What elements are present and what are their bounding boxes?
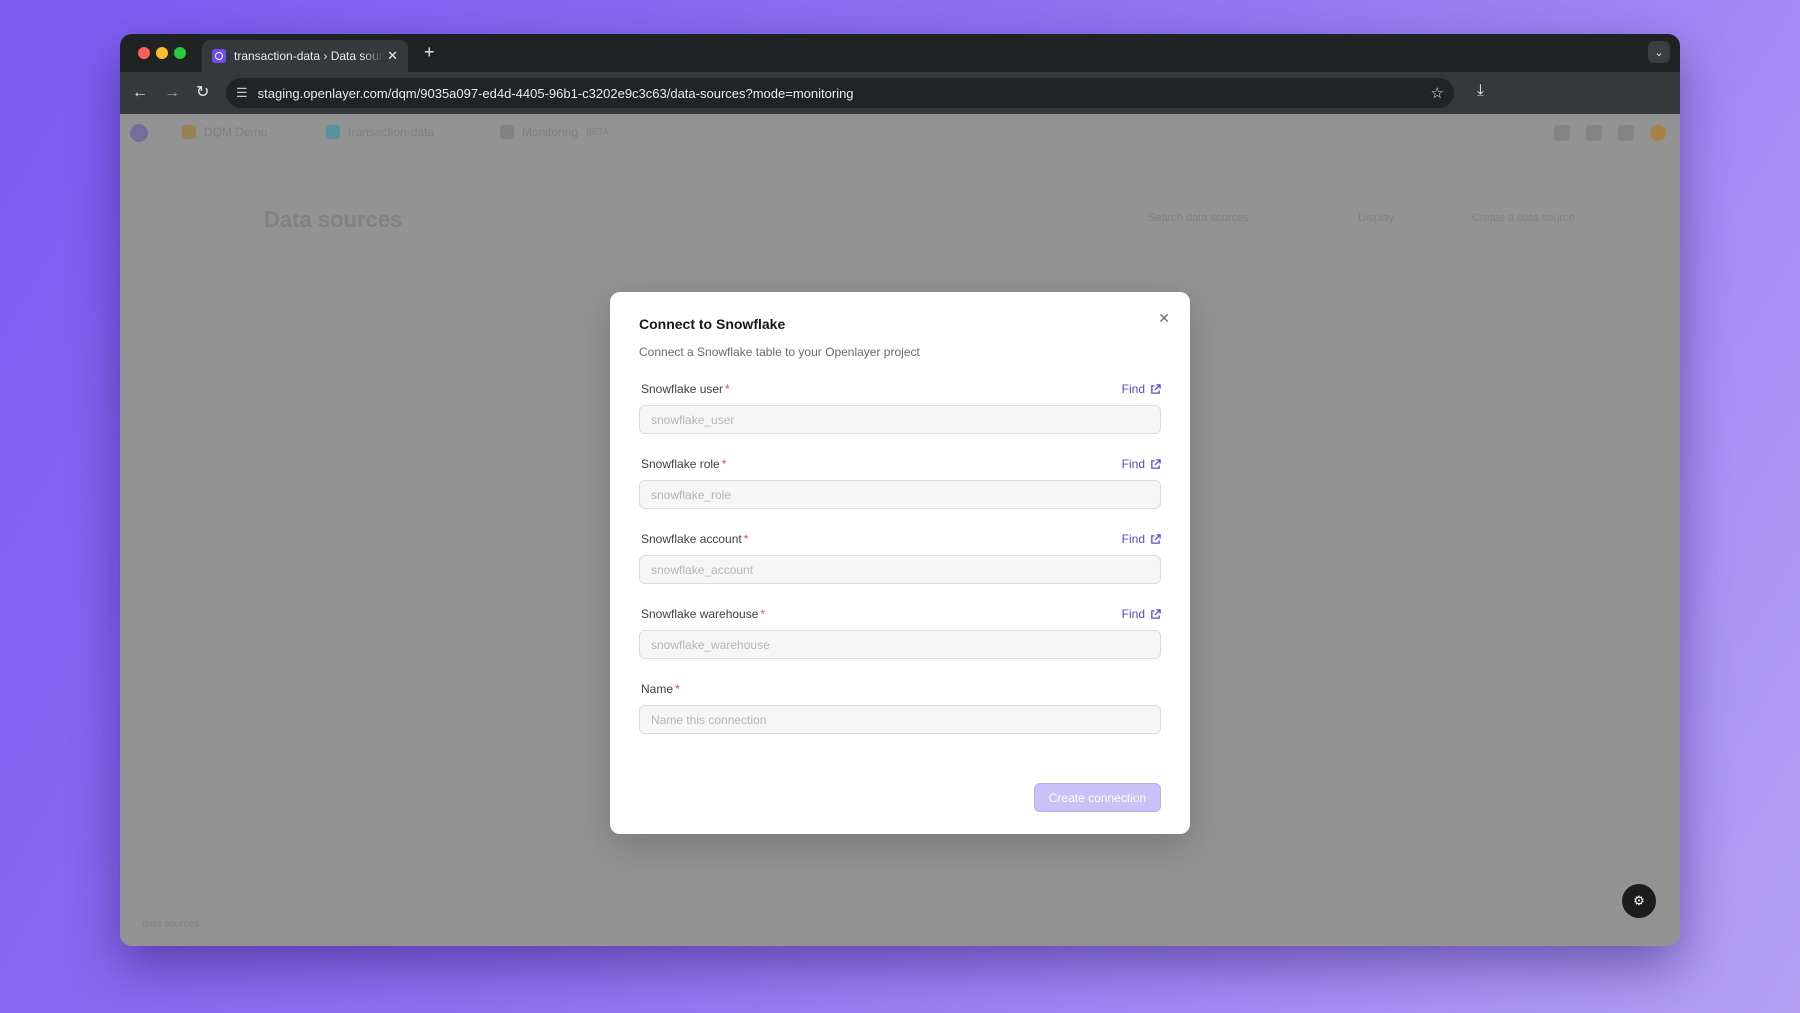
required-mark: * [743, 532, 749, 546]
snowflake-account-input[interactable] [639, 555, 1161, 584]
find-role-link[interactable]: Find [1122, 457, 1161, 471]
find-account-link[interactable]: Find [1122, 532, 1161, 546]
field-snowflake-role: Snowflake role * Find [639, 456, 1161, 509]
field-label: Snowflake user * [641, 382, 730, 396]
chevron-down-icon[interactable]: ⌄ [1648, 41, 1670, 63]
field-connection-name: Name * [639, 681, 1161, 734]
quick-actions-button[interactable]: ⚙ [1622, 884, 1656, 918]
browser-tab-active[interactable]: transaction-data › Data sources ✕ [202, 40, 408, 72]
external-link-icon [1151, 533, 1161, 544]
tab-title: transaction-data › Data sources [234, 49, 384, 63]
browser-window: transaction-data › Data sources ✕ + ⌄ ← … [120, 34, 1680, 946]
tab-close-icon[interactable]: ✕ [387, 48, 398, 64]
create-connection-button[interactable]: Create connection [1034, 783, 1161, 812]
field-snowflake-account: Snowflake account * Find [639, 531, 1161, 584]
field-snowflake-warehouse: Snowflake warehouse * Find [639, 606, 1161, 659]
back-arrow-icon[interactable]: ← [132, 83, 148, 103]
minimize-window-button[interactable] [156, 47, 168, 59]
field-label: Name * [641, 682, 680, 696]
openlayer-favicon-icon [212, 49, 226, 63]
reload-icon[interactable]: ↻ [196, 83, 209, 103]
maximize-window-button[interactable] [174, 47, 186, 59]
dialog-title: Connect to Snowflake [639, 316, 786, 332]
field-snowflake-user: Snowflake user * Find [639, 381, 1161, 434]
find-warehouse-link[interactable]: Find [1122, 607, 1161, 621]
required-mark: * [675, 682, 680, 696]
external-link-icon [1151, 383, 1161, 394]
browser-toolbar: ← → ↻ ☰ staging.openlayer.com/dqm/9035a0… [120, 72, 1680, 114]
snowflake-warehouse-input[interactable] [639, 630, 1161, 659]
list-settings-icon: ⚙ [1633, 893, 1645, 908]
external-link-icon [1151, 608, 1161, 619]
close-icon[interactable]: ✕ [1158, 310, 1170, 327]
new-tab-button[interactable]: + [424, 42, 435, 63]
url-text[interactable]: staging.openlayer.com/dqm/9035a097-ed4d-… [258, 86, 854, 101]
address-bar[interactable]: ☰ staging.openlayer.com/dqm/9035a097-ed4… [226, 78, 1454, 108]
find-user-link[interactable]: Find [1122, 382, 1161, 396]
external-link-icon [1151, 458, 1161, 469]
field-label: Snowflake role * [641, 457, 727, 471]
download-icon[interactable]: ⤓ [1477, 82, 1484, 100]
forward-arrow-icon[interactable]: → [164, 83, 180, 103]
snowflake-user-input[interactable] [639, 405, 1161, 434]
required-mark: * [760, 607, 766, 621]
connect-snowflake-dialog: Connect to Snowflake Connect a Snowflake… [610, 292, 1190, 834]
tab-bar: transaction-data › Data sources ✕ + ⌄ [120, 34, 1680, 72]
required-mark: * [725, 382, 730, 396]
field-label: Snowflake warehouse * [641, 607, 766, 621]
dialog-subtitle: Connect a Snowflake table to your Openla… [639, 345, 920, 359]
snowflake-role-input[interactable] [639, 480, 1161, 509]
close-window-button[interactable] [138, 47, 150, 59]
field-label: Snowflake account * [641, 532, 749, 546]
connection-name-input[interactable] [639, 705, 1161, 734]
site-info-icon[interactable]: ☰ [236, 85, 248, 101]
app-page: DQM Demo transaction-data Monitoring BET… [120, 114, 1680, 946]
star-icon[interactable]: ☆ [1431, 84, 1444, 102]
required-mark: * [721, 457, 727, 471]
